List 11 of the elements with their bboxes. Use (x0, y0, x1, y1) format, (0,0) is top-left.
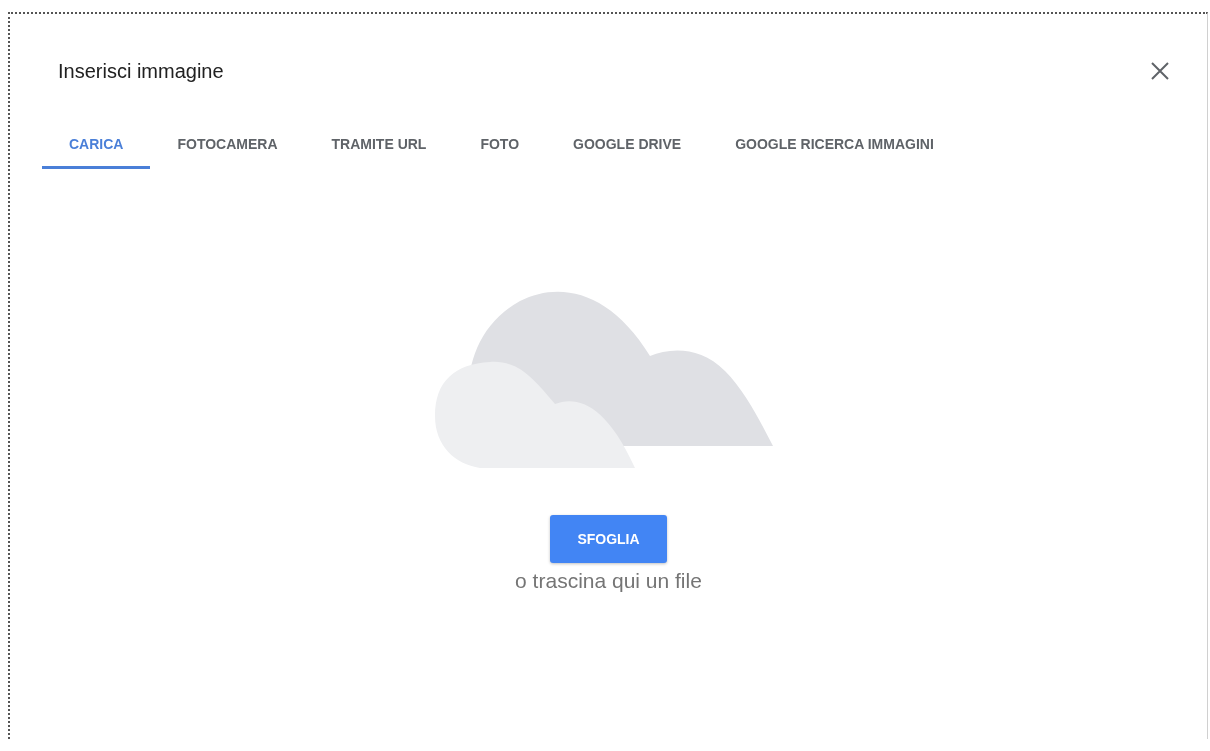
tab[interactable]: FOTOCAMERA (150, 124, 305, 169)
tab[interactable]: GOOGLE DRIVE (546, 124, 709, 169)
browse-button[interactable]: SFOGLIA (550, 515, 667, 563)
dialog-title: Inserisci immagine (58, 59, 224, 83)
close-icon (1151, 62, 1169, 80)
drop-hint: o trascina qui un file (515, 569, 702, 593)
tab[interactable]: FOTO (453, 124, 547, 169)
tab[interactable]: GOOGLE RICERCA IMMAGINI (708, 124, 961, 169)
tab[interactable]: CARICA (42, 124, 151, 169)
tab[interactable]: TRAMITE URL (304, 124, 454, 169)
close-button[interactable] (1149, 60, 1171, 82)
